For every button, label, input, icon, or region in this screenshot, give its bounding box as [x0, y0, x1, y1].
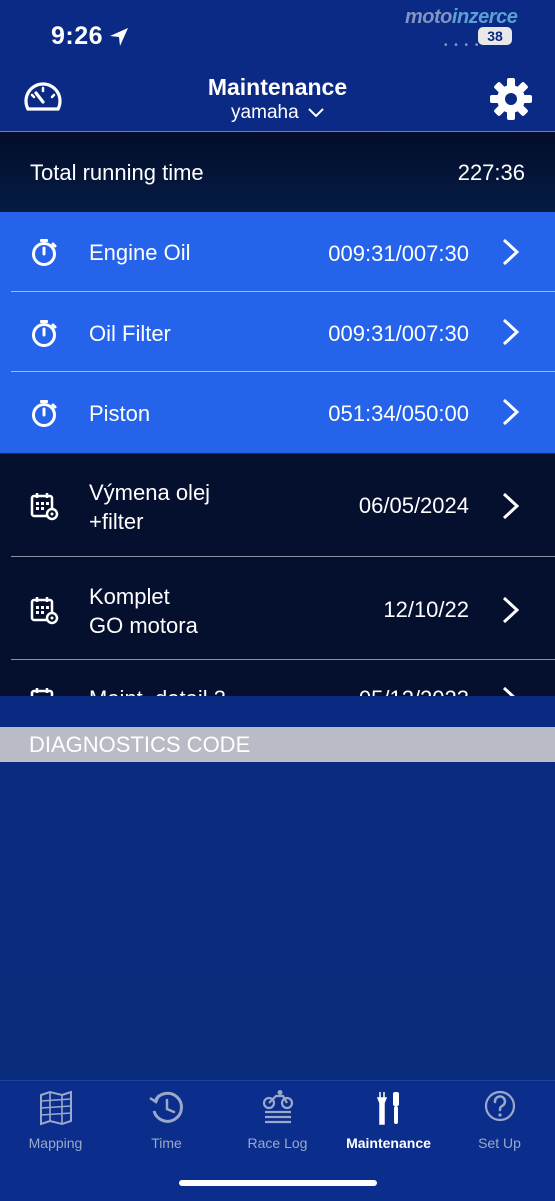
motorbike-icon — [262, 1090, 293, 1124]
timer-row-oil-filter[interactable]: Oil Filter 009:31/007:30 — [0, 292, 555, 372]
location-arrow-icon — [110, 28, 128, 46]
vehicle-name: yamaha — [231, 102, 299, 123]
total-running-time-label: Total running time — [30, 160, 204, 185]
stopwatch-icon — [32, 400, 57, 427]
timer-label: Oil Filter — [89, 321, 171, 346]
calendar-gear-icon — [30, 597, 59, 625]
timer-label: Engine Oil — [89, 240, 191, 265]
status-bar: 9:26 motoinzerce • • • • 38 — [0, 0, 555, 70]
chevron-right-icon — [502, 596, 520, 624]
vehicle-selector[interactable]: yamaha — [0, 102, 555, 124]
timer-row-piston[interactable]: Piston 051:34/050:00 — [0, 372, 555, 452]
signal-icon: • • • • — [444, 40, 481, 51]
maintenance-records-list: Výmena olej +filter 06/05/2024 Komplet G… — [0, 454, 555, 696]
page-title: Maintenance — [207, 74, 348, 100]
chevron-right-icon — [502, 492, 520, 520]
stopwatch-icon — [32, 239, 57, 266]
record-title-line1: Výmena olej — [89, 480, 211, 505]
battery-indicator: 38 — [478, 27, 512, 45]
timer-value: 009:31/007:30 — [328, 241, 469, 266]
diagnostics-section-header: DIAGNOSTICS CODE — [0, 727, 555, 762]
diagnostics-title: DIAGNOSTICS CODE — [29, 732, 251, 757]
tab-label: Race Log — [247, 1135, 308, 1151]
record-title-line2: GO motora — [89, 613, 198, 638]
timer-value: 051:34/050:00 — [328, 401, 469, 426]
status-time: 9:26 — [51, 22, 104, 50]
stopwatch-icon — [32, 320, 57, 347]
record-row[interactable]: Komplet GO motora 12/10/22 — [0, 557, 555, 660]
calendar-gear-icon — [30, 493, 59, 521]
help-icon — [484, 1090, 515, 1122]
chevron-right-icon — [502, 318, 520, 346]
tools-icon — [376, 1092, 399, 1125]
watermark-logo: motoinzerce — [405, 6, 518, 28]
maintenance-timers-list: Engine Oil 009:31/007:30 Oil Filter 009:… — [0, 212, 555, 453]
record-row[interactable]: Výmena olej +filter 06/05/2024 — [0, 454, 555, 557]
gear-icon[interactable] — [489, 77, 533, 121]
map-icon — [39, 1090, 72, 1126]
record-title-line2: +filter — [89, 509, 144, 534]
total-running-time-row: Total running time 227:36 — [0, 131, 555, 212]
timer-value: 009:31/007:30 — [328, 321, 469, 346]
clock-history-icon — [148, 1091, 183, 1123]
tab-label: Time — [151, 1135, 182, 1151]
calendar-gear-icon — [30, 688, 54, 696]
record-date: 06/05/2024 — [358, 493, 469, 518]
record-date: 12/10/22 — [383, 597, 469, 622]
total-running-time-value: 227:36 — [457, 160, 525, 185]
home-indicator[interactable] — [179, 1180, 377, 1186]
chevron-right-icon — [502, 238, 520, 266]
timer-row-engine-oil[interactable]: Engine Oil 009:31/007:30 — [0, 212, 555, 292]
tab-set-up[interactable]: Set Up — [444, 1089, 555, 1159]
tab-label: Set Up — [478, 1135, 521, 1151]
nav-bar: Maintenance yamaha — [0, 70, 555, 130]
tab-time[interactable]: Time — [111, 1089, 222, 1159]
chevron-down-icon — [308, 108, 324, 118]
timer-label: Piston — [89, 401, 151, 426]
record-title-line1: Maint. detail 3 — [89, 684, 226, 696]
tab-maintenance[interactable]: Maintenance — [333, 1089, 444, 1159]
record-row[interactable]: Maint. detail 3 05/12/2023 — [0, 660, 555, 696]
tab-mapping[interactable]: Mapping — [0, 1089, 111, 1159]
record-title-line1: Komplet — [89, 584, 170, 609]
tab-label: Mapping — [28, 1135, 83, 1151]
tab-race-log[interactable]: Race Log — [222, 1089, 333, 1159]
record-date: 05/12/2023 — [359, 686, 469, 696]
chevron-right-icon — [502, 398, 520, 426]
tab-label: Maintenance — [346, 1135, 431, 1151]
chevron-right-icon — [502, 686, 515, 696]
